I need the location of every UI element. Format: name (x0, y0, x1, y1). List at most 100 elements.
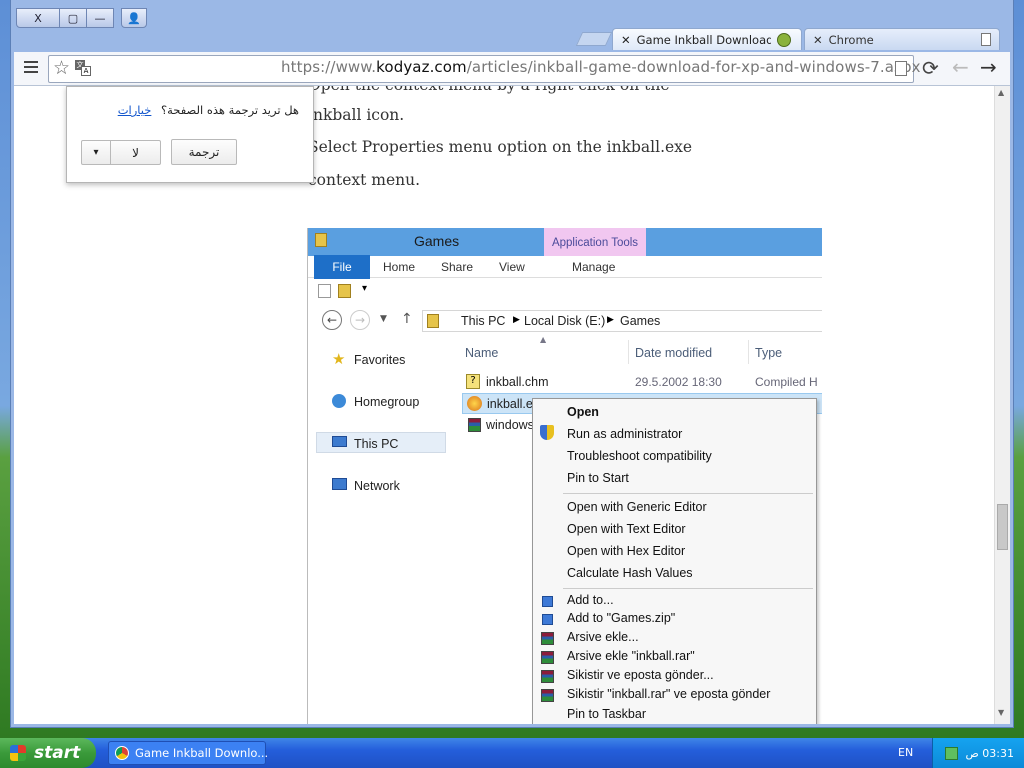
rar-archive-icon (468, 418, 481, 432)
start-label: start (34, 743, 81, 763)
tab-game-inkball[interactable]: ✕ Game Inkball Download for V (612, 28, 802, 50)
explorer-ribbon: Home Share View Manage (308, 256, 822, 278)
translate-question-text: هل تريد ترجمة هذه الصفحة؟ (161, 103, 299, 117)
breadcrumb-games[interactable]: Games (620, 314, 660, 328)
article-line: context menu. (308, 171, 421, 189)
url-text[interactable]: https://www.kodyaz.com/articles/inkball-… (281, 58, 921, 76)
translate-options-link[interactable]: خيارات (118, 103, 152, 117)
menu-item-add-to[interactable]: Add to... (567, 593, 614, 607)
reload-icon[interactable]: ⟳ (922, 56, 939, 80)
menu-item-open[interactable]: Open (567, 405, 599, 419)
taskbar-item-label: Game Inkball Downlo... (135, 746, 269, 760)
menu-item-text-editor[interactable]: Open with Text Editor (567, 522, 686, 536)
uac-shield-icon (540, 425, 554, 440)
tab-chrome[interactable]: ✕ Chrome (804, 28, 1000, 50)
favorites-star-icon: ★ (332, 350, 346, 368)
breadcrumb-chevron-icon: ▶ (607, 315, 614, 325)
nav-homegroup[interactable]: Homegroup (354, 395, 419, 409)
omnibox[interactable]: ☆ 文 A https://www.kodyaz.com/articles/in… (48, 55, 920, 83)
column-header-name[interactable]: Name (465, 346, 498, 360)
menu-item-arsive-ekle-rar[interactable]: Arsive ekle "inkball.rar" (567, 649, 695, 663)
homegroup-icon (332, 394, 346, 408)
menu-item-hash-values[interactable]: Calculate Hash Values (567, 566, 693, 580)
menu-item-add-to-games-zip[interactable]: Add to "Games.zip" (567, 611, 675, 625)
back-nav-icon[interactable]: ← (322, 310, 342, 330)
explorer-title: Games (414, 233, 460, 249)
explorer-screenshot: Games Application Tools Home Share View … (307, 228, 822, 724)
table-row[interactable]: ? inkball.chm 29.5.2002 18:30 Compiled H (462, 372, 822, 392)
menu-item-sikistir-rar-eposta[interactable]: Sikistir "inkball.rar" ve eposta gönder (567, 687, 770, 701)
column-divider (748, 340, 749, 364)
recent-chevron-icon[interactable]: ▼ (380, 314, 387, 324)
tab-close-icon[interactable]: ✕ (621, 33, 631, 47)
menu-item-generic-editor[interactable]: Open with Generic Editor (567, 500, 707, 514)
nav-network[interactable]: Network (354, 479, 400, 493)
application-tools-label: Application Tools (544, 228, 646, 258)
explorer-address-bar[interactable]: This PC ▶ Local Disk (E:) ▶ Games (422, 310, 822, 332)
ribbon-tab-view[interactable]: View (499, 260, 525, 274)
breadcrumb-chevron-icon: ▶ (513, 315, 520, 325)
windows-logo-icon (10, 745, 26, 761)
forward-nav-icon[interactable]: → (350, 310, 370, 330)
menu-item-troubleshoot[interactable]: Troubleshoot compatibility (567, 449, 712, 463)
file-date: 29.5.2002 18:30 (635, 375, 722, 389)
back-icon[interactable]: ← (952, 55, 969, 79)
language-indicator[interactable]: EN (898, 746, 913, 759)
nav-favorites[interactable]: Favorites (354, 353, 405, 367)
menu-item-pin-to-taskbar[interactable]: Pin to Taskbar (567, 707, 646, 721)
translate-icon[interactable]: 文 A (75, 60, 91, 76)
forward-icon[interactable]: → (980, 55, 997, 79)
maximize-window-button[interactable]: ▢ (59, 8, 87, 28)
rar-archive-icon (541, 689, 554, 702)
scroll-up-arrow-icon[interactable]: ▲ (998, 88, 1004, 97)
tab-title: Game Inkball Download for V (636, 32, 771, 47)
decline-split-button: ▾ لا (81, 140, 161, 165)
translate-question: هل تريد ترجمة هذه الصفحة؟ خيارات (118, 103, 299, 117)
menu-item-sikistir-eposta[interactable]: Sikistir ve eposta gönder... (567, 668, 714, 682)
help-file-icon: ? (466, 374, 480, 389)
ribbon-tab-home[interactable]: Home (383, 260, 415, 274)
page-icon (981, 33, 991, 46)
profile-user-button[interactable]: 👤 (121, 8, 147, 28)
menu-icon[interactable] (24, 61, 38, 75)
ribbon-tab-manage[interactable]: Manage (572, 260, 615, 274)
close-window-button[interactable]: X (16, 8, 60, 28)
file-type: Compiled H (755, 375, 818, 389)
column-header-type[interactable]: Type (755, 346, 782, 360)
file-name: inkball.e (487, 397, 533, 411)
ribbon-tab-share[interactable]: Share (441, 260, 473, 274)
menu-item-hex-editor[interactable]: Open with Hex Editor (567, 544, 685, 558)
url-prefix: https://www. (281, 58, 377, 76)
start-button[interactable]: start (0, 738, 96, 768)
up-arrow-icon[interactable]: ↑ (401, 311, 413, 327)
article-line: Open the context menu by a right click o… (308, 86, 670, 94)
column-header-date[interactable]: Date modified (635, 346, 712, 360)
menu-item-run-as-admin[interactable]: Run as administrator (567, 427, 682, 441)
tab-close-icon[interactable]: ✕ (813, 33, 823, 47)
breadcrumb-this-pc[interactable]: This PC (461, 314, 505, 328)
scroll-down-arrow-icon[interactable]: ▼ (998, 708, 1004, 717)
breadcrumb-local-disk[interactable]: Local Disk (E:) (524, 314, 605, 328)
decline-button[interactable]: لا (111, 140, 161, 165)
folder-icon (315, 233, 327, 247)
taskbar-chrome-item[interactable]: Game Inkball Downlo... (108, 741, 269, 765)
menu-item-arsive-ekle[interactable]: Arsive ekle... (567, 630, 639, 644)
nav-this-pc[interactable]: This PC (354, 437, 398, 451)
menu-item-pin-to-start[interactable]: Pin to Start (567, 471, 629, 485)
page-scrollbar[interactable]: ▲ ▼ (994, 86, 1010, 724)
translate-button[interactable]: ترجمة (171, 139, 237, 165)
minimize-window-button[interactable]: — (86, 8, 114, 28)
folder-icon (427, 314, 439, 328)
page-info-icon[interactable] (895, 61, 907, 76)
tab-title: Chrome (828, 32, 874, 47)
menu-separator (563, 493, 813, 494)
decline-options-dropdown[interactable]: ▾ (81, 140, 111, 165)
sort-arrow-icon: ▲ (540, 335, 547, 344)
computer-icon (332, 436, 347, 447)
star-bookmark-icon[interactable]: ☆ (53, 57, 70, 79)
translate-bubble: هل تريد ترجمة هذه الصفحة؟ خيارات ترجمة ▾… (66, 86, 314, 183)
clock[interactable]: 03:31 ص (966, 747, 1015, 760)
url-path: /articles/inkball-game-download-for-xp-a… (466, 58, 921, 76)
scroll-thumb[interactable] (997, 504, 1008, 550)
ribbon-tab-file[interactable]: File (314, 255, 370, 279)
